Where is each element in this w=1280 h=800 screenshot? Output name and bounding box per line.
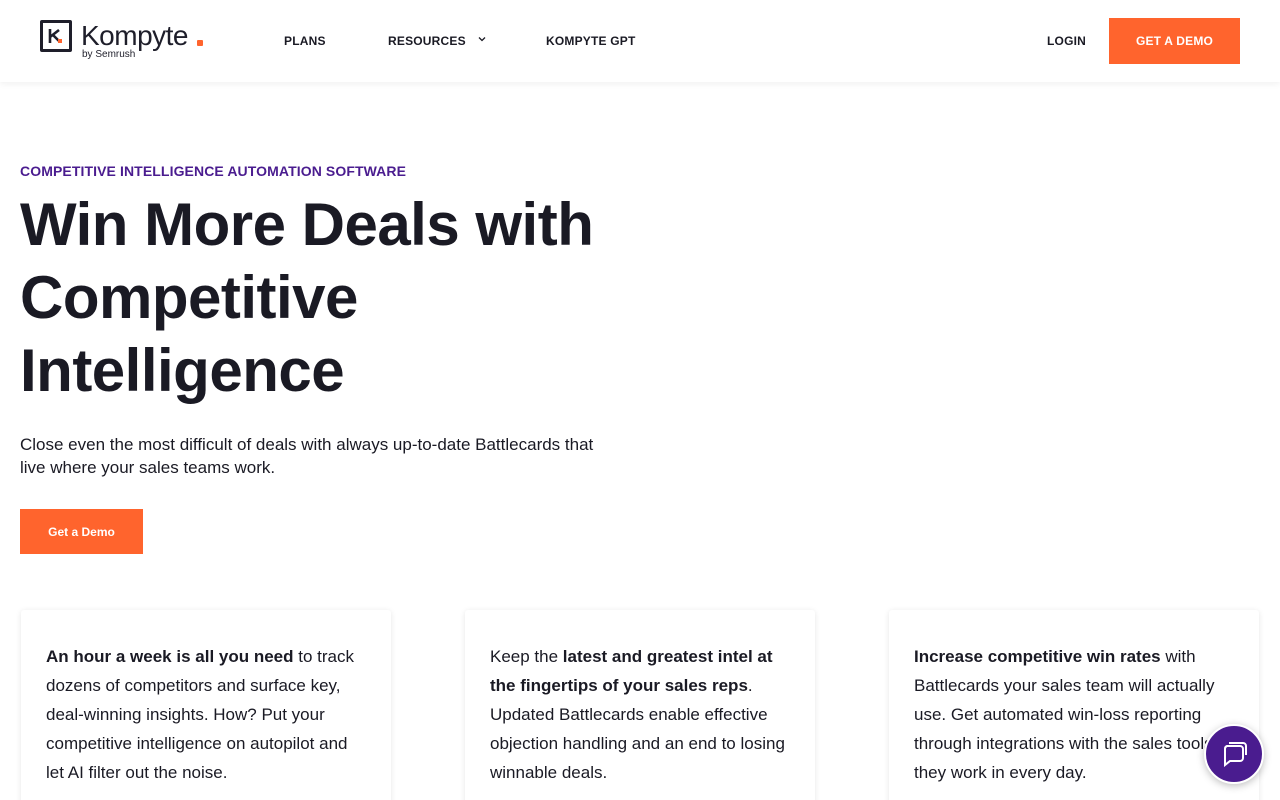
hero-eyebrow: COMPETITIVE INTELLIGENCE AUTOMATION SOFT… — [20, 163, 407, 179]
get-demo-button-hero[interactable]: Get a Demo — [20, 509, 143, 554]
nav-resources[interactable]: RESOURCES — [388, 33, 466, 49]
feature-card-text: Increase competitive win rates with Batt… — [914, 642, 1235, 787]
feature-card-2: Keep the latest and greatest intel at th… — [465, 610, 815, 800]
chat-launcher-button[interactable] — [1204, 724, 1264, 784]
feature-card-text: An hour a week is all you need to track … — [46, 642, 367, 787]
chevron-down-icon[interactable] — [478, 35, 486, 43]
feature-card-3: Increase competitive win rates with Batt… — [889, 610, 1259, 800]
hero-headline: Win More Deals with Competitive Intellig… — [20, 191, 594, 404]
card-body-text: to track dozens of competitors and surfa… — [46, 647, 354, 782]
nav-kompyte-gpt[interactable]: KOMPYTE GPT — [546, 33, 636, 49]
card-body-text: with Battlecards your sales team will ac… — [914, 647, 1215, 782]
card-prefix-text: Keep the — [490, 647, 563, 666]
logo-text: Kompyte — [81, 20, 189, 51]
hero-subtext: Close even the most difficult of deals w… — [20, 435, 594, 477]
kompyte-logo[interactable]: Kompyte by Semrush — [40, 19, 210, 63]
logo-accent-dot — [197, 40, 203, 46]
chat-icon — [1224, 742, 1247, 767]
feature-card-text: Keep the latest and greatest intel at th… — [490, 642, 791, 787]
kompyte-logo-icon — [40, 20, 72, 52]
card-bold-text: An hour a week is all you need — [46, 647, 294, 666]
get-demo-button-header[interactable]: GET A DEMO — [1109, 18, 1240, 64]
login-link[interactable]: LOGIN — [1047, 33, 1086, 49]
site-header: Kompyte by Semrush PLANS RESOURCES KOMPY… — [0, 0, 1280, 82]
nav-plans[interactable]: PLANS — [284, 33, 326, 49]
card-bold-text: Increase competitive win rates — [914, 647, 1161, 666]
logo-subtitle: by Semrush — [82, 49, 136, 60]
feature-card-1: An hour a week is all you need to track … — [21, 610, 391, 800]
